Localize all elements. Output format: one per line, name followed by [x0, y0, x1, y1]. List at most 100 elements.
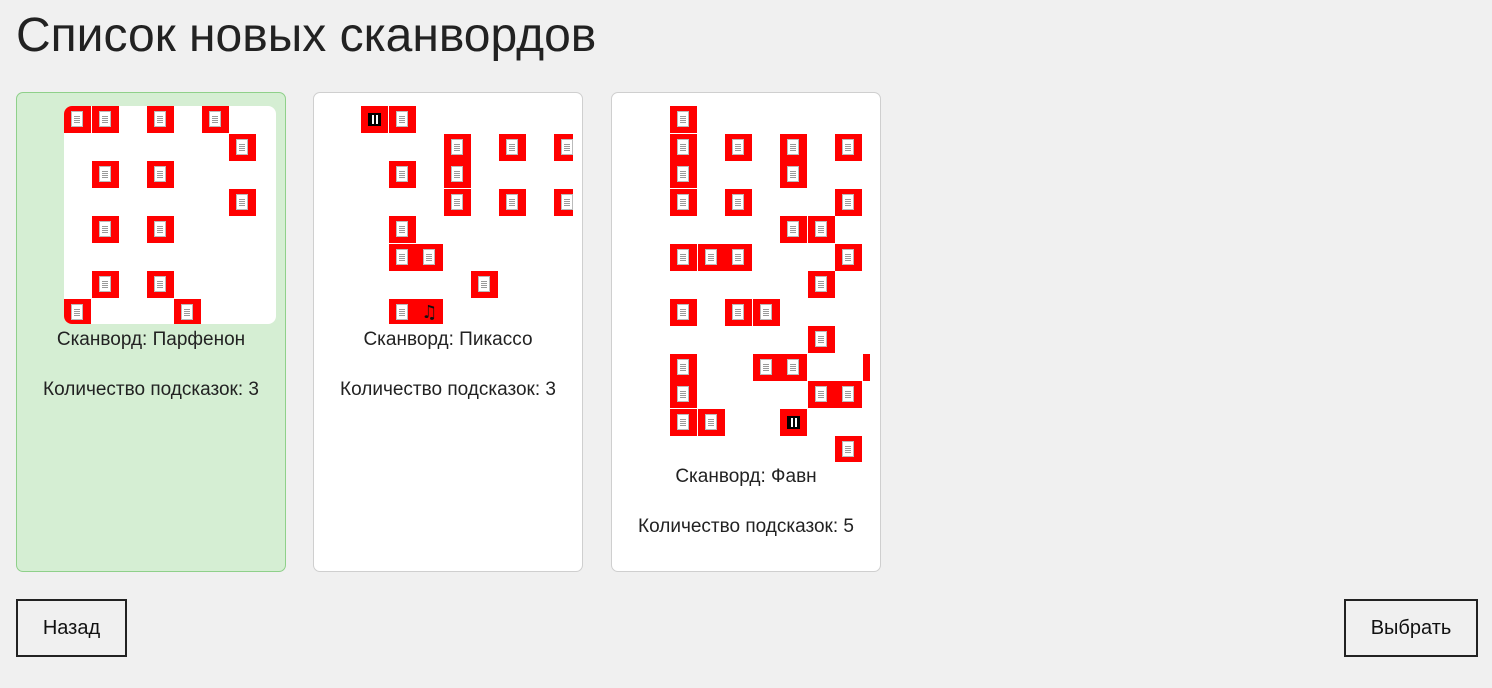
crossword-cell	[780, 161, 807, 188]
crossword-cell	[388, 216, 416, 243]
crossword-name: Сканворд: Фавн	[675, 466, 817, 487]
crossword-cell	[670, 133, 697, 161]
crossword-cell	[780, 133, 807, 161]
crossword-cell	[64, 298, 91, 324]
crossword-cell	[416, 243, 443, 271]
hints-count: Количество подсказок: 3	[340, 379, 556, 400]
crossword-name: Сканворд: Пикассо	[363, 329, 533, 350]
document-icon	[71, 303, 83, 320]
crossword-cell	[807, 381, 835, 408]
crossword-cell	[388, 161, 416, 188]
crossword-card-parthenon[interactable]: Сканворд: Парфенон Количество подсказок:…	[16, 92, 286, 572]
document-icon	[153, 221, 166, 237]
crossword-cell	[835, 381, 862, 408]
crossword-cell	[862, 353, 870, 381]
crossword-preview	[670, 106, 870, 462]
crossword-cell	[146, 271, 174, 298]
document-icon	[814, 386, 827, 402]
document-icon	[153, 111, 166, 127]
document-icon	[153, 166, 166, 182]
page-title: Список новых сканвордов	[16, 9, 597, 62]
crossword-cell	[64, 106, 91, 133]
document-icon	[759, 358, 772, 375]
crossword-cell	[388, 298, 416, 324]
document-icon	[450, 166, 463, 182]
crossword-cell	[174, 298, 201, 324]
qr-icon	[368, 113, 381, 126]
document-icon	[677, 386, 689, 402]
document-icon	[677, 358, 689, 375]
crossword-cell	[443, 161, 471, 188]
document-icon	[732, 193, 744, 210]
document-icon	[732, 303, 744, 320]
document-icon	[677, 303, 689, 320]
crossword-card-faun[interactable]: Сканворд: Фавн Количество подсказок: 5	[611, 92, 881, 572]
document-icon	[677, 138, 689, 155]
crossword-cell	[91, 106, 119, 133]
crossword-preview	[64, 106, 276, 324]
document-icon	[677, 111, 689, 127]
document-icon	[842, 138, 854, 155]
crossword-cell	[361, 106, 388, 133]
document-icon	[236, 193, 248, 210]
crossword-cell	[670, 381, 697, 408]
crossword-cell	[471, 271, 498, 298]
document-icon	[560, 138, 573, 155]
document-icon	[842, 386, 854, 402]
crossword-cell	[780, 216, 807, 243]
document-icon	[677, 166, 689, 182]
document-icon	[732, 248, 744, 265]
crossword-card-picasso[interactable]: ♫ Сканворд: Пикассо Количество подсказок…	[313, 92, 583, 572]
hints-count: Количество подсказок: 3	[43, 379, 259, 400]
crossword-cell	[670, 298, 697, 326]
document-icon	[842, 248, 854, 265]
crossword-cell	[697, 408, 725, 436]
document-icon	[677, 413, 689, 430]
select-button[interactable]: Выбрать	[1344, 599, 1478, 657]
crossword-cell	[146, 161, 174, 188]
crossword-cell	[229, 133, 256, 161]
document-icon	[677, 193, 689, 210]
document-icon	[505, 193, 518, 210]
crossword-cell	[752, 353, 780, 381]
crossword-cell	[752, 298, 780, 326]
crossword-cell	[91, 271, 119, 298]
crossword-cell	[725, 188, 752, 216]
document-icon	[814, 276, 827, 292]
document-icon	[704, 413, 717, 430]
document-icon	[395, 248, 408, 265]
document-icon	[98, 166, 111, 182]
document-icon	[505, 138, 518, 155]
document-icon	[450, 138, 463, 155]
document-icon	[787, 221, 799, 237]
document-icon	[450, 193, 463, 210]
crossword-cell	[388, 106, 416, 133]
document-icon	[98, 276, 111, 292]
crossword-cell	[91, 161, 119, 188]
document-icon	[842, 193, 854, 210]
document-icon	[236, 138, 248, 155]
document-icon	[181, 303, 193, 320]
crossword-cell	[725, 298, 752, 326]
crossword-cell	[498, 188, 526, 216]
crossword-cell	[835, 436, 862, 462]
crossword-preview: ♫	[361, 106, 573, 324]
document-icon	[71, 111, 83, 127]
crossword-cell	[443, 188, 471, 216]
qr-icon	[787, 415, 800, 429]
crossword-cell	[670, 188, 697, 216]
crossword-cell	[670, 243, 697, 271]
document-icon	[677, 248, 689, 265]
back-button[interactable]: Назад	[16, 599, 127, 657]
document-icon	[153, 276, 166, 292]
crossword-cell	[229, 188, 256, 216]
crossword-name: Сканворд: Парфенон	[56, 329, 246, 350]
crossword-cell	[201, 106, 229, 133]
crossword-cell	[807, 216, 835, 243]
document-icon	[98, 111, 111, 127]
crossword-cell	[670, 353, 697, 381]
crossword-cell	[835, 133, 862, 161]
crossword-cell	[553, 188, 573, 216]
document-icon	[732, 138, 744, 155]
crossword-cell	[725, 243, 752, 271]
